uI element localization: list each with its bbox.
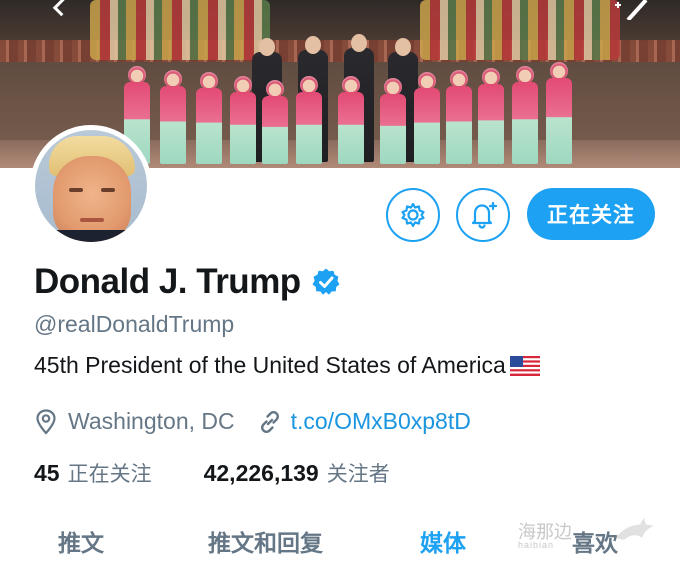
banner-performer xyxy=(380,78,406,164)
banner-performer xyxy=(338,76,364,164)
bell-plus-icon xyxy=(471,201,498,229)
banner-performer xyxy=(546,62,572,164)
bio-text: 45th President of the United States of A… xyxy=(34,352,506,378)
avatar-photo xyxy=(35,130,147,242)
followers-count[interactable]: 42,226,139 xyxy=(204,460,319,487)
verified-badge-icon xyxy=(312,268,340,295)
profile-bio: 45th President of the United States of A… xyxy=(34,352,540,379)
profile-meta-row: Washington, DC t.co/OMxB0xp8tD xyxy=(34,408,471,435)
tab-tweets[interactable]: 推文 xyxy=(58,524,104,558)
watermark: 海那边 haibian xyxy=(518,512,668,562)
banner-background-performers xyxy=(420,0,620,60)
banner-performer xyxy=(296,76,322,164)
following-label[interactable]: 正在关注 xyxy=(68,458,152,488)
tab-media[interactable]: 媒体 xyxy=(420,524,466,558)
dolphin-logo-icon xyxy=(616,518,654,540)
banner-performer xyxy=(196,72,222,164)
banner-background-performers xyxy=(90,0,270,60)
profile-website-link[interactable]: t.co/OMxB0xp8tD xyxy=(291,408,471,435)
profile-handle: @realDonaldTrump xyxy=(34,311,235,337)
profile-name-row: Donald J. Trump xyxy=(34,262,341,302)
settings-button[interactable] xyxy=(386,188,440,242)
tab-tweets-and-replies[interactable]: 推文和回复 xyxy=(208,524,323,558)
profile-avatar[interactable] xyxy=(30,125,152,247)
watermark-subtext: haibian xyxy=(518,540,555,550)
followers-label[interactable]: 关注者 xyxy=(327,458,390,488)
banner-performer xyxy=(478,68,504,164)
banner-performer xyxy=(512,66,538,164)
profile-location: Washington, DC xyxy=(68,408,235,434)
banner-performer xyxy=(160,70,186,164)
us-flag-icon xyxy=(509,355,540,376)
following-count[interactable]: 45 xyxy=(34,460,60,487)
location-pin-icon xyxy=(36,408,56,435)
following-button[interactable]: 正在关注 xyxy=(527,188,655,240)
compose-icon[interactable] xyxy=(612,0,652,20)
banner-performer xyxy=(230,76,256,164)
banner-performer xyxy=(414,72,440,164)
gear-icon xyxy=(401,202,425,228)
profile-stats: 45 正在关注 42,226,139 关注者 xyxy=(34,458,390,488)
display-name: Donald J. Trump xyxy=(34,262,301,301)
link-icon xyxy=(260,410,279,433)
notifications-button[interactable] xyxy=(456,188,510,242)
banner-performer xyxy=(262,80,288,164)
banner-performer xyxy=(446,70,472,164)
